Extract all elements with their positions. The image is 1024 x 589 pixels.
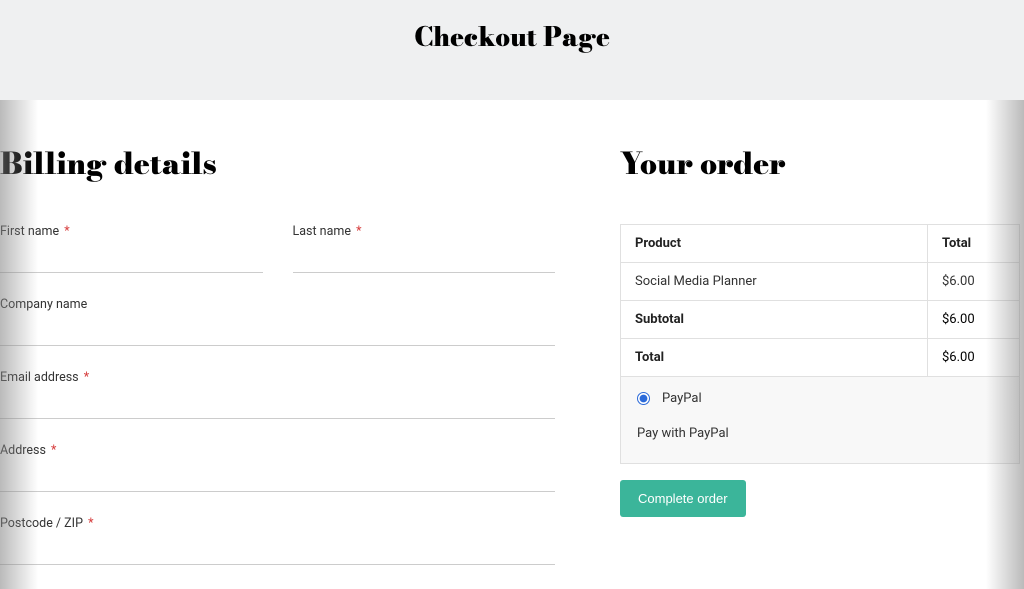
last-name-input[interactable] <box>293 243 556 273</box>
product-name-cell: Social Media Planner <box>621 263 928 301</box>
checkout-content: Billing details First name * Last name *… <box>0 100 1024 589</box>
last-name-label-text: Last name <box>293 224 351 239</box>
address-field-wrapper: Address * <box>0 443 555 492</box>
address-label: Address * <box>0 443 555 458</box>
email-label-text: Email address <box>0 370 79 385</box>
page-title: Checkout Page <box>0 18 1024 57</box>
required-marker: * <box>88 516 93 531</box>
last-name-label: Last name * <box>293 224 556 239</box>
first-name-input[interactable] <box>0 243 263 273</box>
company-input[interactable] <box>0 316 555 346</box>
postcode-input[interactable] <box>0 535 555 565</box>
postcode-label: Postcode / ZIP * <box>0 516 555 531</box>
total-row: Total $6.00 <box>621 339 1020 377</box>
postcode-label-text: Postcode / ZIP <box>0 516 83 531</box>
subtotal-row: Subtotal $6.00 <box>621 301 1020 339</box>
payment-box: PayPal Pay with PayPal <box>620 377 1020 464</box>
col-product-header: Product <box>621 225 928 263</box>
required-marker: * <box>51 443 56 458</box>
first-name-label-text: First name <box>0 224 59 239</box>
payment-description: Pay with PayPal <box>635 426 1005 441</box>
total-label: Total <box>621 339 928 377</box>
paypal-radio[interactable] <box>637 392 650 405</box>
subtotal-label: Subtotal <box>621 301 928 339</box>
complete-order-button[interactable]: Complete order <box>620 480 746 517</box>
product-price-cell: $6.00 <box>928 263 1020 301</box>
email-input[interactable] <box>0 389 555 419</box>
last-name-field-wrapper: Last name * <box>293 224 556 273</box>
company-label: Company name <box>0 297 555 312</box>
billing-heading: Billing details <box>0 140 555 186</box>
required-marker: * <box>64 224 69 239</box>
total-value: $6.00 <box>928 339 1020 377</box>
first-name-label: First name * <box>0 224 263 239</box>
required-marker: * <box>356 224 361 239</box>
address-input[interactable] <box>0 462 555 492</box>
first-name-field-wrapper: First name * <box>0 224 263 273</box>
order-table: Product Total Social Media Planner $6.00… <box>620 224 1020 377</box>
table-row: Social Media Planner $6.00 <box>621 263 1020 301</box>
col-total-header: Total <box>928 225 1020 263</box>
address-label-text: Address <box>0 443 46 458</box>
billing-section: Billing details First name * Last name *… <box>0 140 555 589</box>
order-heading: Your order <box>620 140 1020 186</box>
subtotal-value: $6.00 <box>928 301 1020 339</box>
required-marker: * <box>84 370 89 385</box>
paypal-label[interactable]: PayPal <box>662 391 702 406</box>
payment-option: PayPal <box>635 391 1005 406</box>
email-field-wrapper: Email address * <box>0 370 555 419</box>
postcode-field-wrapper: Postcode / ZIP * <box>0 516 555 565</box>
company-field-wrapper: Company name <box>0 297 555 346</box>
email-label: Email address * <box>0 370 555 385</box>
page-header: Checkout Page <box>0 0 1024 100</box>
order-section: Your order Product Total Social Media Pl… <box>620 140 1020 589</box>
